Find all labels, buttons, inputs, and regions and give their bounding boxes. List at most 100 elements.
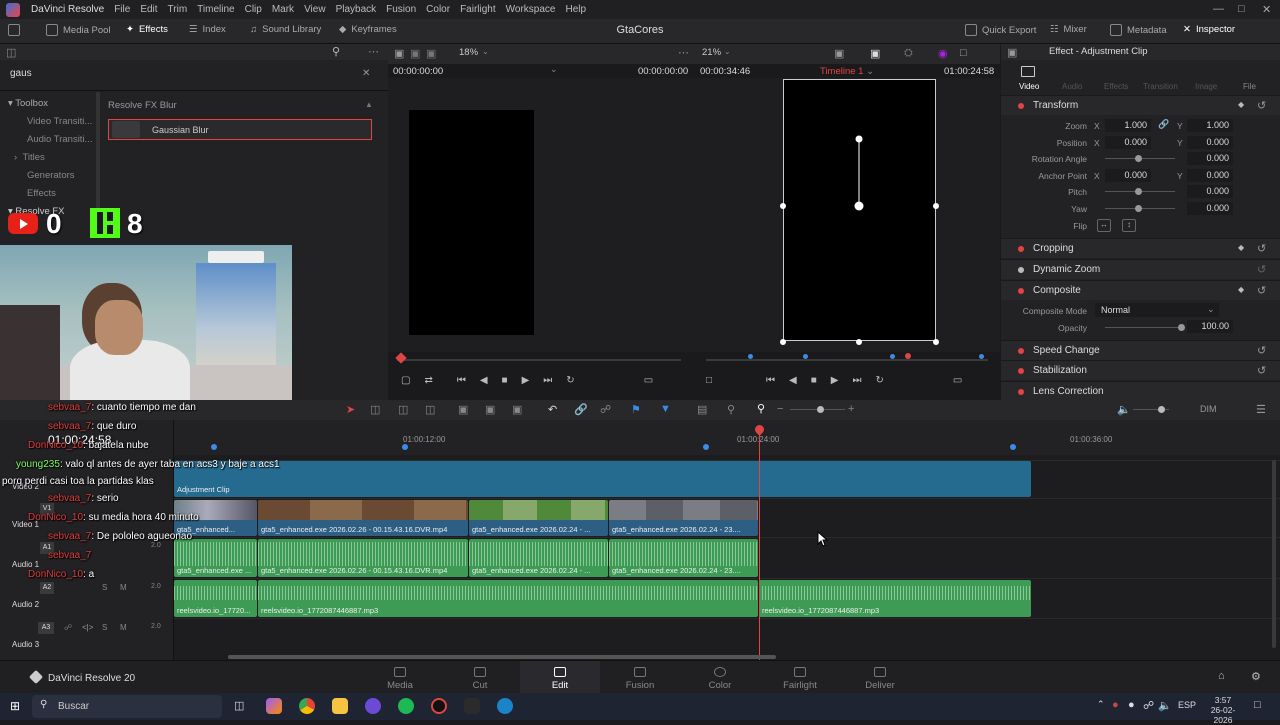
solo-button[interactable]: S — [102, 623, 107, 632]
position-lock-icon[interactable]: ☍ — [600, 403, 611, 416]
video-clip[interactable]: gta5_enhanced.exe 2026.02.24 - ... — [469, 500, 608, 536]
notifications-icon[interactable]: □ — [1254, 699, 1261, 711]
quick-export-button[interactable]: Quick Export — [965, 24, 1036, 36]
metadata-button[interactable]: Metadata — [1110, 24, 1167, 36]
opacity-slider[interactable] — [1105, 327, 1179, 328]
replace-icon[interactable]: ▭ — [644, 375, 653, 386]
timeline-name-select[interactable]: Timeline 1 ⌄ — [820, 66, 874, 77]
chevron-down-icon[interactable]: ⌄ — [724, 47, 731, 56]
stop-icon[interactable]: ■ — [502, 375, 508, 386]
keyframe-diamond-icon[interactable]: ◆ — [1238, 285, 1244, 294]
zoom-in-icon[interactable]: + — [848, 403, 854, 415]
dim-button[interactable]: DIM — [1200, 404, 1217, 414]
sidebar-toggle-icon[interactable]: ◫ — [6, 46, 16, 59]
tab-file[interactable]: File — [1243, 82, 1256, 91]
enable-dot-icon[interactable] — [1018, 368, 1024, 374]
taskbar-search-input[interactable]: ⚲ Buscar — [32, 695, 222, 718]
audio-clip[interactable]: reelsvideo.io_17720... — [174, 580, 257, 617]
chevron-down-icon[interactable]: ⌄ — [482, 47, 489, 56]
menu-edit[interactable]: Edit — [135, 4, 162, 15]
audio-clip[interactable]: reelsvideo.io_1772087446887.mp3 — [258, 580, 758, 617]
marker-tool-icon[interactable]: ▼ — [660, 403, 671, 415]
section-speed-change[interactable]: Speed Change ↺ — [1001, 340, 1280, 360]
source-zoom-select[interactable]: 18% — [459, 47, 478, 58]
skip-start-icon[interactable]: ⏮ — [457, 375, 466, 386]
tree-effects[interactable]: Effects — [27, 188, 56, 199]
tab-effects[interactable]: Effects — [1104, 82, 1128, 91]
enable-dot-icon[interactable] — [1018, 389, 1024, 395]
windows-start-icon[interactable]: ⊞ — [10, 699, 20, 713]
viewer-mode-icon[interactable]: ▣ — [410, 47, 420, 60]
menu-playback[interactable]: Playback — [331, 4, 382, 15]
language-indicator[interactable]: ESP — [1178, 700, 1196, 710]
menu-color[interactable]: Color — [421, 4, 455, 15]
flip-horizontal-icon[interactable]: ↔ — [1097, 219, 1111, 232]
volume-slider-knob[interactable] — [1158, 406, 1165, 413]
tray-app-icon[interactable]: ● — [1128, 699, 1135, 711]
trim-tool-icon[interactable]: ◫ — [370, 403, 380, 416]
close-icon[interactable]: ✕ — [1262, 3, 1271, 16]
clear-search-icon[interactable]: ✕ — [362, 68, 370, 79]
video-clip[interactable]: gta5_enhanced.exe 2026.02.24 - 23.... — [609, 500, 758, 536]
audio-clip[interactable]: gta5_enhanced.exe ... — [174, 539, 257, 577]
page-cut[interactable]: Cut — [450, 667, 510, 691]
play-reverse-icon[interactable]: ◀ — [480, 375, 488, 386]
menu-fusion[interactable]: Fusion — [381, 4, 421, 15]
collapse-chevron-icon[interactable]: ▲ — [365, 100, 373, 109]
yaw-slider-knob[interactable] — [1135, 205, 1142, 212]
flag-icon[interactable]: ⚑ — [631, 403, 641, 416]
tab-transition[interactable]: Transition — [1143, 82, 1178, 91]
tab-video[interactable]: Video — [1019, 82, 1039, 91]
inspector-layout-icon[interactable]: ▣ — [1007, 46, 1017, 59]
timeline-horizontal-scrollbar[interactable] — [228, 655, 776, 659]
tab-audio[interactable]: Audio — [1062, 82, 1082, 91]
yaw-field[interactable]: 0.000 — [1187, 202, 1233, 215]
more-icon[interactable]: ⋯ — [678, 46, 689, 59]
section-transform[interactable]: Transform ◆ ↺ — [1001, 95, 1280, 115]
zoom-slider-knob[interactable] — [817, 406, 824, 413]
section-cropping[interactable]: Cropping ◆ ↺ — [1001, 238, 1280, 258]
capcut-app-icon[interactable] — [464, 698, 480, 714]
adjustment-clip[interactable]: Adjustment Clip — [174, 461, 1031, 497]
enable-dot-icon[interactable] — [1018, 288, 1024, 294]
play-icon[interactable]: ▶ — [522, 375, 530, 386]
viewer-split-icon[interactable]: ▣ — [426, 47, 436, 60]
discord-app-icon[interactable] — [365, 698, 381, 714]
page-deliver[interactable]: Deliver — [850, 667, 910, 691]
zoom-custom-icon[interactable]: ⚲ — [757, 402, 765, 415]
insert-clip-icon[interactable]: ▣ — [458, 403, 468, 416]
fx-badge-icon[interactable]: ◉ — [938, 47, 948, 60]
settings-gear-icon[interactable]: ⚙ — [1251, 670, 1261, 683]
chevron-down-icon[interactable]: ⌄ — [550, 64, 558, 75]
position-y-field[interactable]: 0.000 — [1187, 136, 1233, 149]
audio-clip[interactable]: reelsvideo.io_1772087446887.mp3 — [759, 580, 1031, 617]
section-stabilization[interactable]: Stabilization ↺ — [1001, 360, 1280, 380]
section-dynamic-zoom[interactable]: Dynamic Zoom ↺ — [1001, 259, 1280, 279]
reset-icon[interactable]: ↺ — [1257, 344, 1266, 357]
opacity-slider-knob[interactable] — [1178, 324, 1185, 331]
viewer-size-icon[interactable]: ▣ — [834, 47, 844, 60]
anchor-y-field[interactable]: 0.000 — [1187, 169, 1233, 182]
zoom-x-field[interactable]: 1.000 — [1105, 119, 1151, 132]
transform-handles[interactable] — [774, 130, 944, 350]
pitch-slider-knob[interactable] — [1135, 188, 1142, 195]
display-mode-icon[interactable]: ▣ — [870, 47, 880, 60]
audio-clip[interactable]: gta5_enhanced.exe 2026.02.24 - ... — [469, 539, 608, 577]
more-options-icon[interactable]: ⋯ — [368, 45, 379, 58]
pitch-field[interactable]: 0.000 — [1187, 185, 1233, 198]
enable-dot-icon[interactable] — [1018, 267, 1024, 273]
viewer-layout-icon[interactable]: ▣ — [394, 47, 404, 60]
reset-icon[interactable]: ↺ — [1257, 284, 1266, 297]
solo-button[interactable]: S — [102, 583, 107, 592]
zoom-y-field[interactable]: 1.000 — [1187, 119, 1233, 132]
menu-workspace[interactable]: Workspace — [501, 4, 561, 15]
mixer-button[interactable]: ☷ Mixer — [1050, 24, 1087, 35]
source-playhead[interactable] — [395, 352, 407, 364]
reset-icon[interactable]: ↺ — [1257, 99, 1266, 112]
file-explorer-icon[interactable] — [332, 698, 348, 714]
search-icon[interactable]: ⚲ — [332, 45, 340, 58]
menu-clip[interactable]: Clip — [240, 4, 267, 15]
spotify-app-icon[interactable] — [398, 698, 414, 714]
enable-dot-icon[interactable] — [1018, 103, 1024, 109]
rotation-field[interactable]: 0.000 — [1187, 152, 1233, 165]
